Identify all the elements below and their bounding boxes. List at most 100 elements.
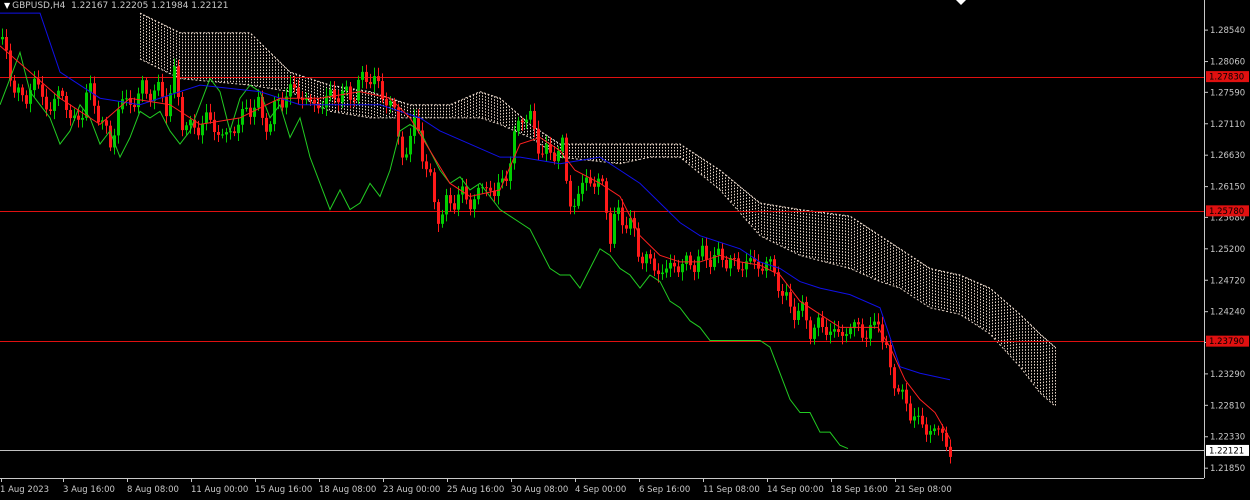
candle-body: [845, 334, 848, 336]
candle-body: [389, 101, 392, 106]
time-tick-label: 18 Sep 16:00: [831, 485, 888, 495]
candle-body: [609, 212, 612, 244]
candle-body: [581, 182, 584, 194]
candle-body: [721, 248, 724, 260]
time-axis: 1 Aug 2023 3 Aug 16:00 8 Aug 08:00 11 Aug 0…: [0, 478, 952, 495]
candle-body: [21, 87, 24, 96]
candle-body: [561, 137, 564, 151]
candle-body: [445, 195, 448, 215]
candle-body: [225, 132, 228, 135]
candle-body: [357, 79, 360, 101]
candle-body: [141, 80, 144, 94]
candle-body: [517, 120, 520, 132]
candle-body: [929, 431, 932, 435]
candle-body: [649, 254, 652, 259]
candle-body: [569, 180, 572, 207]
candle-body: [333, 89, 336, 99]
candle-body: [97, 105, 100, 123]
candle-body: [573, 205, 576, 207]
time-tick-label: 4 Sep 00:00: [575, 485, 626, 495]
price-tick-label: 1.24240: [1210, 308, 1245, 318]
candle-body: [217, 132, 220, 135]
candle-body: [441, 214, 444, 224]
candle-body: [293, 84, 296, 88]
candle-body: [601, 178, 604, 182]
candle-body: [837, 329, 840, 332]
candle-body: [405, 154, 408, 158]
candle-body: [253, 107, 256, 117]
candle-body: [281, 99, 284, 108]
candle-body: [793, 306, 796, 320]
candle-body: [361, 71, 364, 80]
candle-body: [681, 263, 684, 273]
candle-body: [49, 109, 52, 111]
candle-body: [237, 124, 240, 134]
candle-body: [53, 98, 56, 111]
candle-body: [917, 415, 920, 417]
candle-body: [577, 193, 580, 206]
candle-body: [689, 255, 692, 266]
candle-body: [605, 181, 608, 213]
candle-body: [933, 428, 936, 432]
candle-body: [725, 259, 728, 269]
candle-body: [401, 136, 404, 158]
candle-body: [185, 125, 188, 131]
time-tick-label: 6 Sep 16:00: [639, 485, 690, 495]
candle-body: [817, 317, 820, 328]
candle-body: [645, 254, 648, 264]
candle-body: [45, 96, 48, 110]
candle-body: [717, 248, 720, 256]
candle-body: [657, 270, 660, 275]
time-tick-label: 15 Aug 16:00: [255, 485, 312, 495]
candle-body: [69, 109, 72, 119]
price-tick-label: 1.27110: [1210, 120, 1245, 130]
candle-body: [245, 107, 248, 110]
candle-body: [797, 310, 800, 320]
candle-body: [189, 119, 192, 126]
candle-body: [109, 125, 112, 148]
candle-body: [833, 329, 836, 332]
candle-body: [125, 98, 128, 100]
candle-body: [117, 109, 120, 136]
level-price-label: 1.23790: [1209, 337, 1244, 347]
price-tick-label: 1.23290: [1210, 370, 1245, 380]
candle-body: [133, 104, 136, 108]
candle-body: [373, 76, 376, 85]
candle-body: [497, 182, 500, 197]
candle-body: [905, 389, 908, 404]
time-tick-label: 3 Aug 16:00: [63, 485, 115, 495]
candle-body: [173, 66, 176, 94]
candle-body: [641, 256, 644, 264]
candle-body: [829, 331, 832, 335]
candle-body: [625, 225, 628, 229]
time-tick-label: 11 Aug 00:00: [191, 485, 248, 495]
time-tick-label: 8 Aug 08:00: [127, 485, 179, 495]
scroll-marker-icon[interactable]: [956, 0, 966, 5]
price-chart[interactable]: 1.28540 1.28060 1.27590 1.27110 1.26630 1.261…: [0, 0, 1250, 500]
candle-body: [893, 367, 896, 389]
candle-body: [677, 266, 680, 273]
candle-body: [849, 328, 852, 335]
candle-body: [685, 255, 688, 264]
candle-body: [821, 317, 824, 327]
candle-body: [825, 326, 828, 335]
candle-body: [473, 199, 476, 210]
candle-body: [705, 245, 708, 260]
candle-body: [105, 120, 108, 126]
current-price-label: 1.22121: [1209, 446, 1244, 456]
candle-body: [925, 424, 928, 435]
candle-body: [425, 161, 428, 170]
candle-body: [789, 292, 792, 307]
candle-body: [337, 98, 340, 103]
candle-body: [873, 321, 876, 326]
price-tick-label: 1.25200: [1210, 245, 1245, 255]
candle-body: [913, 416, 916, 421]
candle-body: [229, 131, 232, 133]
candle-body: [365, 71, 368, 82]
level-price-label: 1.27830: [1209, 73, 1244, 83]
candle-body: [409, 135, 412, 155]
candle-body: [897, 388, 900, 392]
price-tick-label: 1.21850: [1210, 464, 1245, 474]
candle-body: [901, 389, 904, 392]
candle-body: [505, 178, 508, 181]
